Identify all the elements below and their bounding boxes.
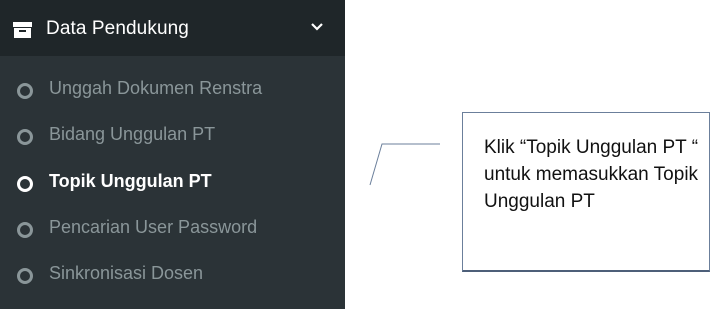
callout-text: Klik “Topik Unggulan PT “ untuk memasukk… xyxy=(484,137,699,212)
instruction-callout: Klik “Topik Unggulan PT “ untuk memasukk… xyxy=(462,112,710,272)
